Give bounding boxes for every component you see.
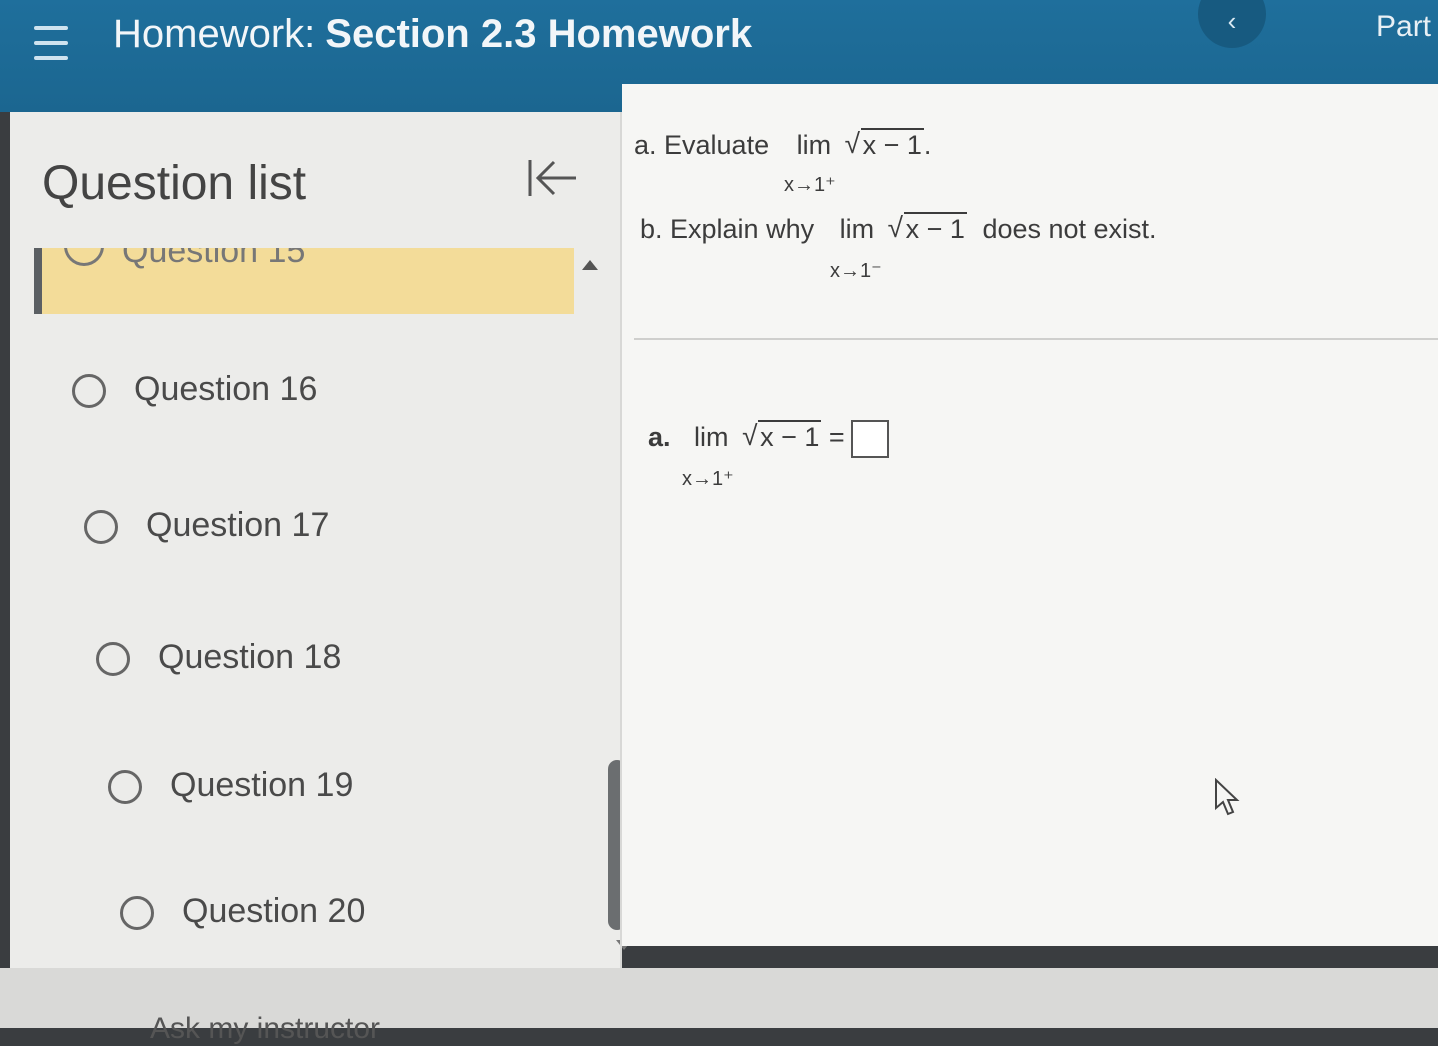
part-b-label: b. Explain why [640,214,815,244]
part-a-label: a. Evaluate [634,130,770,160]
section-divider [634,338,1438,340]
limit-operator: lim [694,422,729,453]
question-list-panel: Question list Question 15 Question 16 Qu… [10,112,632,972]
mouse-pointer-icon [1215,778,1240,816]
question-label: Question 18 [158,638,342,676]
radicand: x − 1 [860,128,924,160]
hamburger-menu-icon[interactable] [34,26,68,60]
equals-sign: = [828,422,845,453]
square-root: x − 1 [742,420,822,453]
status-circle-icon [120,896,154,930]
question-label: Question 20 [182,892,366,930]
status-circle-icon [96,642,130,676]
status-circle-icon [72,374,106,408]
homework-prefix: Homework: [113,12,316,56]
limit-subscript: x→1⁻ [830,260,882,282]
square-root: x − 1 [845,128,924,161]
homework-title: Homework: Section 2.3 Homework [113,12,752,57]
ask-instructor-link[interactable]: Ask my instructor [150,1012,380,1046]
problem-part-a: a. Evaluate lim x − 1. x→1⁺ [634,128,932,196]
part-label: Part [1376,10,1432,43]
selection-indicator [34,248,42,314]
question-item-current[interactable]: Question 15 [34,248,574,314]
part-b-tail: does not exist. [982,214,1157,244]
chevron-left-icon: ‹ [1227,5,1237,36]
question-label: Question 17 [146,506,330,544]
limit-subscript: x→1⁺ [682,468,734,490]
status-circle-icon [108,770,142,804]
question-label: Question 16 [134,370,318,408]
status-circle-icon [64,248,104,266]
radicand: x − 1 [758,420,822,453]
homework-name: Section 2.3 Homework [325,12,753,56]
scroll-up-arrow-icon[interactable] [582,260,598,270]
limit-operator: lim [839,214,875,244]
radicand: x − 1 [903,212,967,244]
question-label: Question 15 [122,248,306,270]
question-list-title: Question list [42,157,307,210]
problem-part-b: b. Explain why lim x − 1 does not exist.… [640,212,1157,282]
answer-part-a: a. lim x − 1 = x→1⁺ [648,420,889,490]
limit-subscript: x→1⁺ [784,174,836,196]
limit-operator: lim [796,130,832,160]
square-root: x − 1 [888,212,967,245]
previous-button[interactable]: ‹ [1198,0,1266,48]
collapse-panel-icon[interactable] [526,156,578,200]
question-content: a. Evaluate lim x − 1. x→1⁺ b. Explain w… [622,84,1438,946]
status-circle-icon [84,510,118,544]
question-label: Question 19 [170,766,354,804]
period: . [923,130,932,160]
answer-label: a. [648,422,671,453]
answer-input-box[interactable] [850,420,889,458]
